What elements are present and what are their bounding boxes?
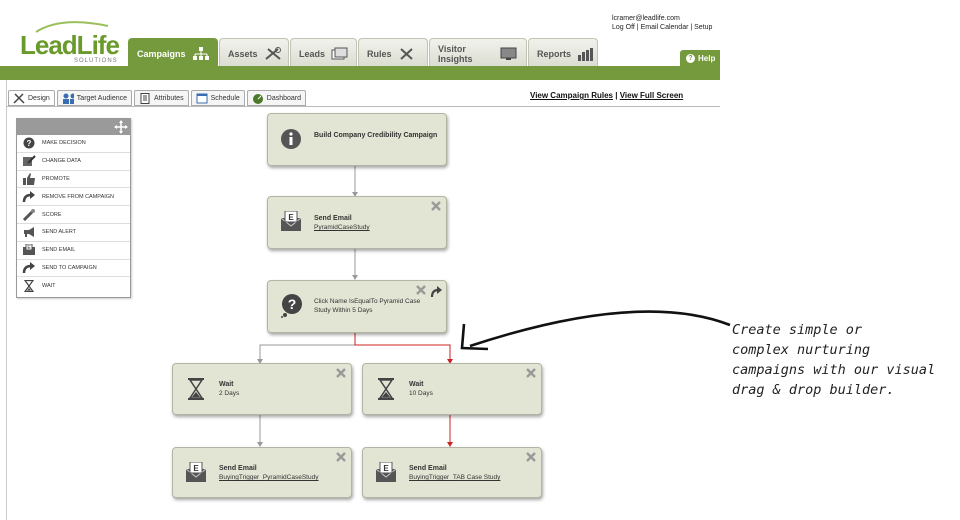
annotation-line-4: drag & drop builder.	[732, 382, 895, 398]
wait-node-left[interactable]: Wait 2 Days	[172, 363, 352, 415]
svg-text:?: ?	[288, 296, 297, 312]
email-icon: E	[375, 462, 397, 484]
node-title: Wait	[409, 381, 424, 388]
node-title: Send Email	[314, 215, 352, 222]
close-icon[interactable]	[336, 368, 346, 378]
send-email-node[interactable]: E Send Email PyramidCaseStudy	[267, 196, 447, 249]
email-asset-link[interactable]: BuyingTrigger_PyramidCaseStudy	[219, 474, 318, 481]
question-icon: ?	[280, 294, 302, 318]
decision-rule-line-1: Click Name IsEqualTo Pyramid Case	[314, 298, 421, 305]
email-asset-link[interactable]: PyramidCaseStudy	[314, 224, 370, 231]
decision-node[interactable]: ? Click Name IsEqualTo Pyramid Case Stud…	[267, 280, 447, 333]
wait-node-right[interactable]: Wait 10 Days	[362, 363, 542, 415]
node-title: Wait	[219, 381, 234, 388]
node-title: Send Email	[409, 465, 447, 472]
annotation-line-3: campaigns with our visual	[732, 362, 936, 378]
decision-rule-line-2: Study Within 5 Days	[314, 307, 373, 314]
marketing-annotation: Create simple or complex nurturing campa…	[732, 320, 952, 400]
node-title: Build Company Credibility Campaign	[314, 132, 438, 139]
send-email-node-left[interactable]: E Send Email BuyingTrigger_PyramidCaseSt…	[172, 447, 352, 498]
close-icon[interactable]	[416, 285, 426, 295]
app-screenshot: LeadLife SOLUTIONS lcramer@leadlife.com …	[0, 0, 960, 520]
email-icon: E	[185, 462, 207, 484]
hourglass-icon	[185, 378, 207, 400]
node-title: Send Email	[219, 465, 257, 472]
svg-text:E: E	[193, 464, 199, 473]
info-icon	[280, 128, 302, 150]
annotation-line-1: Create simple or	[732, 322, 863, 338]
svg-text:E: E	[288, 213, 294, 222]
email-icon: E	[280, 211, 302, 233]
annotation-line-2: complex nurturing	[732, 342, 871, 358]
close-icon[interactable]	[526, 452, 536, 462]
campaign-start-node[interactable]: Build Company Credibility Campaign	[267, 113, 447, 166]
email-asset-link[interactable]: BuyingTrigger_TAB Case Study	[409, 474, 500, 481]
svg-text:E: E	[383, 464, 389, 473]
flow-connectors	[257, 165, 453, 447]
close-icon[interactable]	[336, 452, 346, 462]
annotation-arrow	[460, 310, 731, 351]
close-icon[interactable]	[526, 368, 536, 378]
wait-duration: 2 Days	[219, 390, 240, 397]
redirect-arrow-icon[interactable]	[430, 286, 442, 297]
leadlife-app: LeadLife SOLUTIONS lcramer@leadlife.com …	[0, 0, 720, 520]
hourglass-icon	[375, 378, 397, 400]
wait-duration: 10 Days	[409, 390, 433, 397]
send-email-node-right[interactable]: E Send Email BuyingTrigger_TAB Case Stud…	[362, 447, 542, 498]
close-icon[interactable]	[431, 201, 441, 211]
